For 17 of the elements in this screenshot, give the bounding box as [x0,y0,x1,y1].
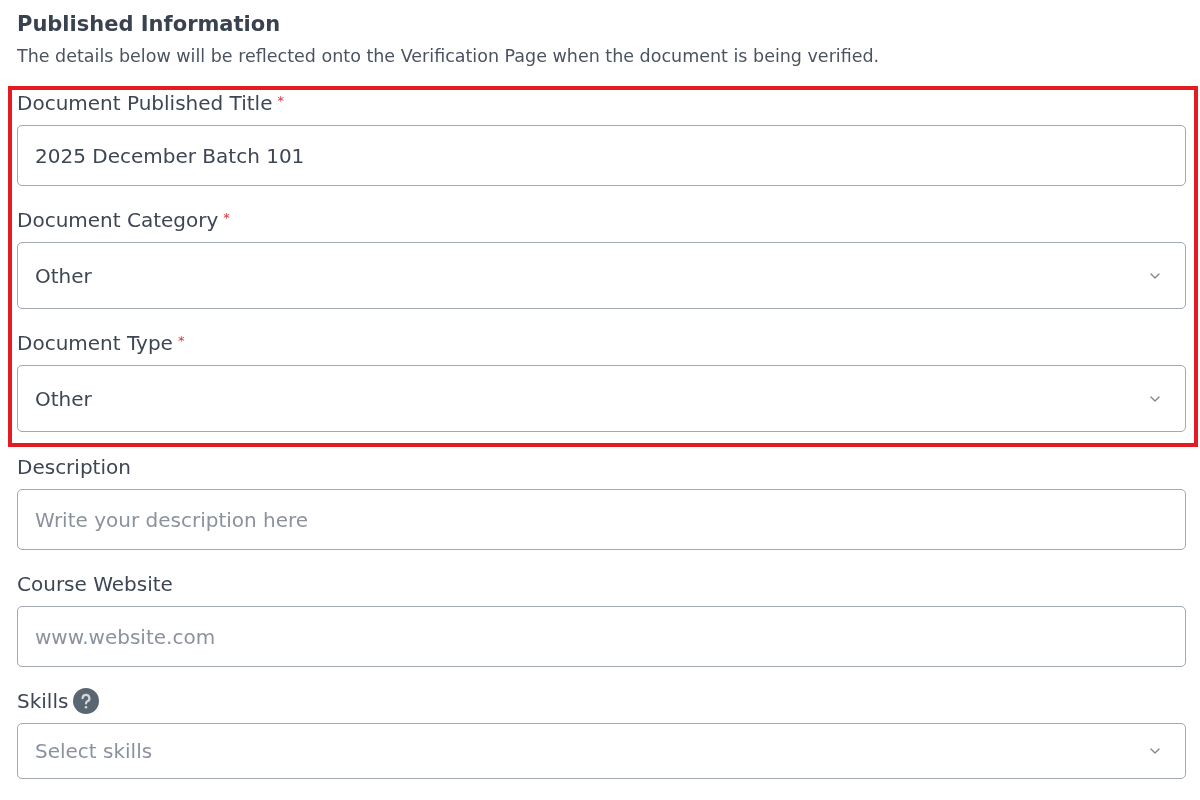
field-label: Document Category [17,208,219,232]
field-label: Skills [17,689,69,713]
section-description: The details below will be reflected onto the Verification Page when the document is being verified. [17,46,880,66]
help-icon[interactable] [73,688,100,714]
text-field[interactable]: Write your description here [17,489,1186,550]
field-label: Document Published Title [17,91,273,115]
select-field[interactable]: Other [17,365,1186,432]
required-mark: * [277,94,284,108]
field-label: Course Website [17,572,173,596]
field-label: Document Type [17,331,173,355]
required-mark: * [177,334,185,348]
field-label: Description [17,455,131,479]
select-field[interactable]: Other [17,242,1186,309]
text-field[interactable]: www.website.com [17,606,1186,667]
text-field[interactable]: 2025 December Batch 101 [17,125,1186,186]
section-title: Published Information [17,11,281,37]
required-mark: * [223,211,230,225]
